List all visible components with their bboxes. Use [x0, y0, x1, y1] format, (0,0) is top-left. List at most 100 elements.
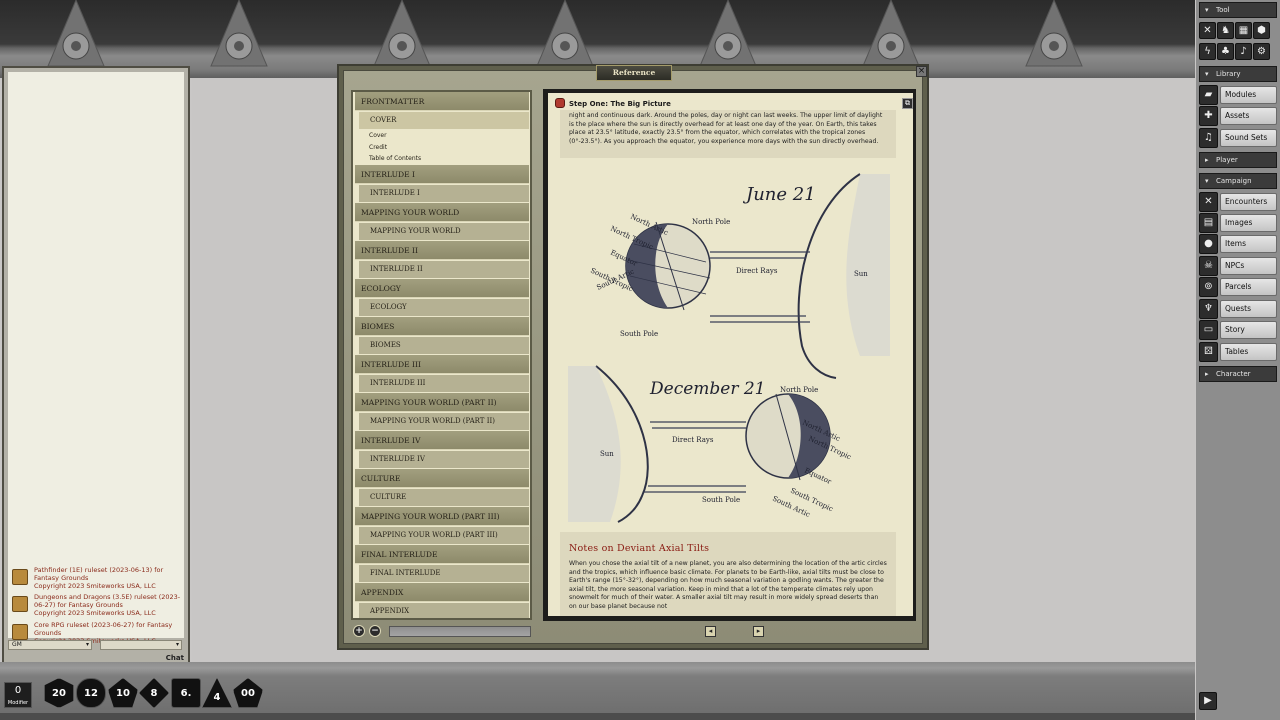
sidebar-item-label: NPCs	[1220, 257, 1277, 275]
modifier-box[interactable]: 0 Modifier	[4, 682, 32, 708]
toc-subheading[interactable]: INTERLUDE III	[359, 374, 529, 392]
toc-heading[interactable]: INTERLUDE I	[355, 164, 529, 184]
sidebar-item-assets[interactable]: ✚ Assets	[1199, 106, 1277, 126]
d12-die[interactable]: 12	[76, 678, 106, 708]
north-pole-label: North Pole	[780, 386, 818, 394]
sidebar-item-images[interactable]: ▤ Images	[1199, 213, 1277, 233]
sidebar-item-parcels[interactable]: ⊚ Parcels	[1199, 277, 1277, 297]
ruleset-icon	[12, 624, 28, 640]
sidebar-section-player[interactable]: Player	[1199, 152, 1277, 168]
effects-icon[interactable]: ♣	[1217, 43, 1234, 60]
book-icon: ▰	[1199, 85, 1218, 105]
toc-heading[interactable]: MAPPING YOUR WORLD (PART III)	[355, 506, 529, 526]
coins-icon: ⊚	[1199, 277, 1218, 297]
notes-block: Notes on Deviant Axial Tilts When you ch…	[560, 532, 896, 616]
page-title: Step One: The Big Picture	[569, 100, 671, 108]
close-icon[interactable]: ×	[916, 66, 927, 77]
swords-icon[interactable]: ✕	[1199, 22, 1216, 39]
toc-subheading[interactable]: BIOMES	[359, 336, 529, 354]
copy-icon[interactable]: ⧉	[902, 98, 913, 109]
sidebar-item-npcs[interactable]: ☠ NPCs	[1199, 256, 1277, 276]
chat-message: Dungeons and Dragons (3.5E) ruleset (202…	[12, 593, 182, 619]
toc-heading[interactable]: INTERLUDE III	[355, 354, 529, 374]
toc-subheading[interactable]: CULTURE	[359, 488, 529, 506]
sidebar-item-quests[interactable]: ♆ Quests	[1199, 299, 1277, 319]
search-filter-input[interactable]	[389, 626, 531, 637]
toc-subheading[interactable]: INTERLUDE II	[359, 260, 529, 278]
toc-heading[interactable]: INTERLUDE IV	[355, 430, 529, 450]
toc-link[interactable]: Table of Contents	[353, 153, 530, 165]
dice-icon[interactable]: ⬢	[1253, 22, 1270, 39]
ornament-spike	[47, 0, 105, 67]
ornament-spike	[536, 0, 594, 67]
toc-link[interactable]: Credit	[353, 142, 530, 154]
toc-heading[interactable]: FINAL INTERLUDE	[355, 544, 529, 564]
page-link-icon[interactable]	[555, 98, 565, 108]
sidebar-item-tables[interactable]: ⚄ Tables	[1199, 342, 1277, 362]
reference-window[interactable]: Reference × FRONTMATTER COVER Cover Credit T…	[337, 64, 929, 650]
toc-heading[interactable]: FRONTMATTER	[355, 92, 529, 111]
d6-die[interactable]: 6.	[171, 678, 201, 708]
play-icon[interactable]: ▶	[1199, 692, 1217, 710]
calendar-icon[interactable]: ▦	[1235, 22, 1252, 39]
expand-all-button[interactable]: +	[353, 625, 365, 637]
toc-subheading[interactable]: APPENDIX	[359, 602, 529, 618]
toc-heading[interactable]: BIOMES	[355, 316, 529, 336]
sidebar-item-label: Images	[1220, 214, 1277, 232]
direct-rays-label: Direct Rays	[736, 267, 778, 275]
toc-heading[interactable]: APPENDIX	[355, 582, 529, 602]
toc-subheading[interactable]: COVER	[359, 112, 529, 129]
toc-link[interactable]: Cover	[353, 130, 530, 142]
hotkey-bar[interactable]	[0, 713, 1195, 720]
toc-subheading[interactable]: INTERLUDE I	[359, 184, 529, 202]
sidebar-section-campaign[interactable]: Campaign	[1199, 173, 1277, 189]
chat-mode-select[interactable]: ▾	[100, 640, 182, 650]
table-of-contents[interactable]: FRONTMATTER COVER Cover Credit Table of Cont…	[351, 90, 532, 620]
sidebar-item-label: Sound Sets	[1220, 129, 1277, 147]
collapse-all-button[interactable]: −	[369, 625, 381, 637]
chat-log[interactable]: Pathfinder (1E) ruleset (2023-06-13) for…	[8, 72, 184, 645]
toc-heading[interactable]: CULTURE	[355, 468, 529, 488]
lighting-icon[interactable]: ϟ	[1199, 43, 1216, 60]
sun-label: Sun	[600, 450, 614, 458]
sidebar-item-sound-sets[interactable]: ♫ Sound Sets	[1199, 128, 1277, 148]
ruleset-icon	[12, 596, 28, 612]
modifier-value: 0	[14, 685, 22, 696]
toc-subheading[interactable]: ECOLOGY	[359, 298, 529, 316]
toc-subheading[interactable]: MAPPING YOUR WORLD (PART II)	[359, 412, 529, 430]
south-pole-label: South Pole	[620, 330, 658, 338]
toc-heading[interactable]: MAPPING YOUR WORLD (PART II)	[355, 392, 529, 412]
toc-heading[interactable]: INTERLUDE II	[355, 240, 529, 260]
sidebar-section-library[interactable]: Library	[1199, 66, 1277, 82]
toc-subheading[interactable]: MAPPING YOUR WORLD	[359, 222, 529, 240]
sidebar-item-items[interactable]: ● Items	[1199, 234, 1277, 254]
toc-subheading[interactable]: FINAL INTERLUDE	[359, 564, 529, 582]
chat-message-copyright: Copyright 2023 Smiteworks USA, LLC	[34, 582, 156, 590]
sidebar-item-label: Encounters	[1220, 193, 1277, 211]
identity-select[interactable]: GM ▾	[8, 640, 92, 650]
north-pole-label: North Pole	[692, 218, 730, 226]
sidebar-section-character[interactable]: Character	[1199, 366, 1277, 382]
window-title: Reference	[596, 65, 672, 81]
toc-heading[interactable]: MAPPING YOUR WORLD	[355, 202, 529, 222]
next-page-button[interactable]: ▸	[753, 626, 764, 637]
sidebar-item-modules[interactable]: ▰ Modules	[1199, 85, 1277, 105]
toc-heading[interactable]: ECOLOGY	[355, 278, 529, 298]
chat-message-text: Pathfinder (1E) ruleset (2023-06-13) for…	[34, 566, 164, 582]
toc-subheading[interactable]: MAPPING YOUR WORLD (PART III)	[359, 526, 529, 544]
prev-page-button[interactable]: ◂	[705, 626, 716, 637]
dice-pair-icon: ⚄	[1199, 342, 1218, 362]
music-icon[interactable]: ♪	[1235, 43, 1252, 60]
ruleset-icon	[12, 569, 28, 585]
ornament-spike	[862, 0, 920, 67]
sidebar-section-tool[interactable]: Tool	[1199, 2, 1277, 18]
goblet-icon: ♆	[1199, 299, 1218, 319]
chat-send-button[interactable]: Chat	[166, 654, 184, 662]
party-icon[interactable]: ♞	[1217, 22, 1234, 39]
chat-window[interactable]: Pathfinder (1E) ruleset (2023-06-13) for…	[2, 66, 190, 666]
sidebar-item-encounters[interactable]: ✕ Encounters	[1199, 192, 1277, 212]
sidebar-item-story[interactable]: ▭ Story	[1199, 320, 1277, 340]
toc-subheading[interactable]: INTERLUDE IV	[359, 450, 529, 468]
settings-icon[interactable]: ⚙	[1253, 43, 1270, 60]
notes-heading: Notes on Deviant Axial Tilts	[569, 543, 710, 554]
